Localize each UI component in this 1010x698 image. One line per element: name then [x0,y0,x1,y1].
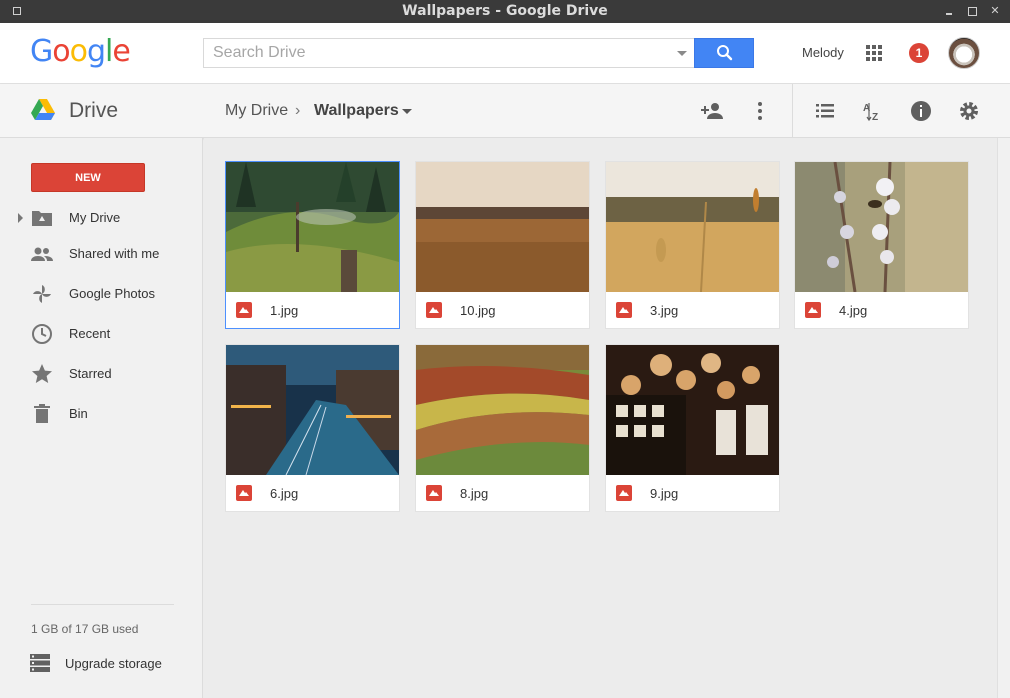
file-name: 6.jpg [270,486,299,501]
file-meta: 9.jpg [606,475,779,511]
file-meta: 4.jpg [795,292,968,328]
sidebar: NEW My Drive Shared with me Google Photo… [0,138,203,698]
file-name: 3.jpg [650,303,679,318]
sidebar-item-bin[interactable]: Bin [0,399,203,429]
storage-icon [30,654,50,672]
search-icon [717,45,733,61]
search-input[interactable] [204,39,664,67]
new-button[interactable]: NEW [31,163,145,192]
file-card[interactable]: 10.jpg [415,161,590,329]
image-file-icon [805,302,821,318]
breadcrumb-my-drive[interactable]: My Drive [225,102,288,120]
sidebar-item-label: Google Photos [69,286,156,301]
search-button[interactable] [694,38,754,68]
sidebar-item-photos[interactable]: Google Photos [0,279,203,309]
trash-icon [34,404,50,423]
more-options-icon[interactable] [748,99,772,123]
file-meta: 10.jpg [416,292,589,328]
drive-title[interactable]: Drive [69,99,118,123]
file-thumbnail [226,345,399,475]
file-thumbnail [416,345,589,475]
drive-toolbar: Drive My Drive › Wallpapers A Z [0,84,1010,138]
file-name: 1.jpg [270,303,299,318]
image-file-icon [236,485,252,501]
sidebar-item-label: Starred [69,366,112,381]
file-name: 4.jpg [839,303,868,318]
file-meta: 6.jpg [226,475,399,511]
sidebar-item-starred[interactable]: Starred [0,359,203,389]
google-header: Google Melody 1 [0,23,1010,84]
file-name: 8.jpg [460,486,489,501]
file-thumbnail [795,162,968,292]
photos-pinwheel-icon [33,285,51,303]
drive-folder-icon [32,211,52,226]
upgrade-storage-label: Upgrade storage [65,656,162,671]
file-thumbnail [606,345,779,475]
avatar[interactable] [948,37,980,69]
info-icon[interactable] [909,99,933,123]
image-file-icon [426,302,442,318]
sidebar-item-my-drive[interactable]: My Drive [0,203,203,233]
close-button[interactable]: ✕ [989,5,1001,17]
share-add-person-icon[interactable] [700,99,724,123]
file-card[interactable]: 3.jpg [605,161,780,329]
breadcrumb-separator: › [295,102,301,119]
file-name: 10.jpg [460,303,496,318]
window-titlebar: Wallpapers - Google Drive ✕ [0,0,1010,23]
window-title: Wallpapers - Google Drive [402,3,608,19]
storage-usage: 1 GB of 17 GB used [31,622,139,636]
sidebar-item-label: My Drive [69,210,121,225]
sidebar-divider [31,604,174,605]
file-card[interactable]: 1.jpg [225,161,400,329]
apps-grid-icon[interactable] [866,45,882,61]
expand-arrow-icon[interactable] [18,213,23,223]
upgrade-storage-link[interactable]: Upgrade storage [0,648,203,678]
image-file-icon [616,485,632,501]
svg-text:Z: Z [872,112,878,123]
file-card[interactable]: 6.jpg [225,344,400,512]
file-meta: 8.jpg [416,475,589,511]
google-logo[interactable]: Google [30,34,131,69]
sidebar-item-label: Bin [69,406,88,421]
user-name[interactable]: Melody [802,45,844,60]
file-meta: 1.jpg [226,292,399,328]
image-file-icon [426,485,442,501]
sort-az-icon[interactable]: A Z [861,99,885,123]
star-icon [32,364,52,383]
file-thumbnail [606,162,779,292]
sidebar-item-label: Shared with me [69,246,160,261]
list-view-icon[interactable] [813,99,837,123]
maximize-button[interactable] [966,5,978,17]
file-name: 9.jpg [650,486,679,501]
image-file-icon [236,302,252,318]
gear-icon[interactable] [957,99,981,123]
toolbar-divider [792,84,793,138]
file-thumbnail [416,162,589,292]
clock-icon [32,324,52,344]
notification-badge[interactable]: 1 [909,43,929,63]
vertical-scrollbar[interactable] [997,138,1010,698]
file-meta: 3.jpg [606,292,779,328]
people-icon [31,247,53,261]
breadcrumb-current-folder[interactable]: Wallpapers [314,102,399,120]
minimize-button[interactable] [943,5,955,17]
drive-logo-icon [31,99,55,120]
sidebar-item-label: Recent [69,326,111,341]
file-card[interactable]: 8.jpg [415,344,590,512]
search-options-dropdown-icon[interactable] [677,51,687,56]
sidebar-item-shared[interactable]: Shared with me [0,239,203,269]
search-box [203,38,694,68]
file-card[interactable]: 9.jpg [605,344,780,512]
file-grid: 1.jpg 10.jpg 3.jpg 4.jpg 6.jpg 8.jpg 9.j… [204,138,997,698]
sidebar-item-recent[interactable]: Recent [0,319,203,349]
file-card[interactable]: 4.jpg [794,161,969,329]
folder-menu-chevron-down-icon[interactable] [402,109,412,114]
image-file-icon [616,302,632,318]
file-thumbnail [226,162,399,292]
